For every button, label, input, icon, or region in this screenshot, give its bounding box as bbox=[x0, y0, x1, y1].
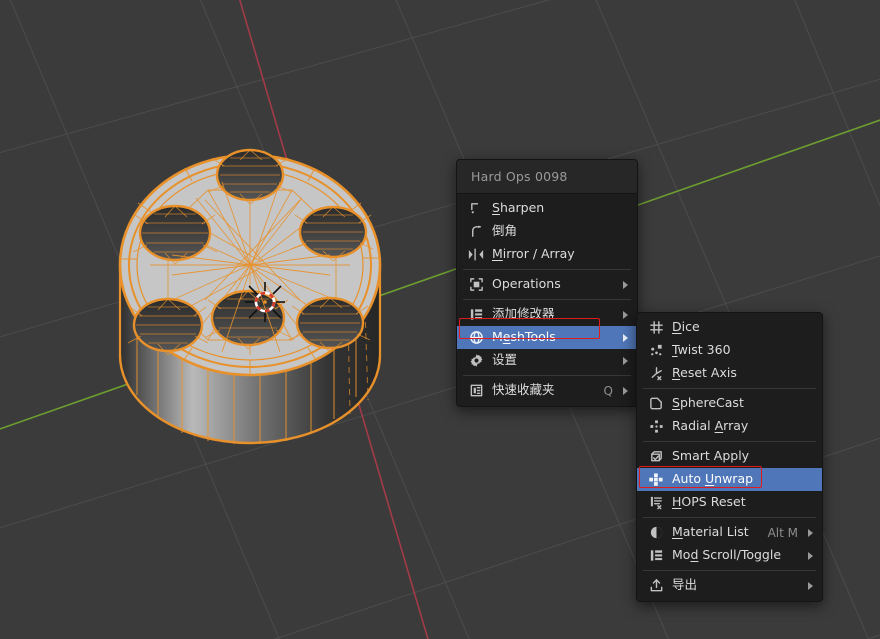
menu-item-label: Mod Scroll/Toggle bbox=[672, 547, 782, 563]
menu-separator bbox=[643, 570, 816, 571]
quick-favorites-icon bbox=[465, 383, 487, 399]
menu-item-label: Operations bbox=[492, 276, 561, 292]
menu-item-material-list[interactable]: Material List Alt M bbox=[637, 521, 822, 544]
menu-item-label: 倒角 bbox=[492, 223, 518, 239]
auto-unwrap-icon bbox=[645, 472, 667, 488]
menu-item-meshtools[interactable]: MeshTools bbox=[457, 326, 637, 349]
menu-separator bbox=[643, 517, 816, 518]
chevron-right-icon bbox=[619, 356, 631, 365]
menu-item-bevel[interactable]: 倒角 bbox=[457, 220, 637, 243]
spherecast-icon bbox=[645, 396, 667, 412]
chevron-right-icon bbox=[619, 386, 631, 395]
chevron-right-icon bbox=[619, 280, 631, 289]
menu-item-smart-apply[interactable]: Smart Apply bbox=[637, 445, 822, 468]
reset-axis-icon bbox=[645, 366, 667, 382]
menu-item-add-modifier[interactable]: 添加修改器 bbox=[457, 303, 637, 326]
meshtools-submenu[interactable]: Dice Twist 360 Reset Axis SphereCast Radial … bbox=[636, 312, 823, 602]
menu-item-shortcut: Q bbox=[603, 383, 613, 398]
mod-scroll-icon bbox=[645, 548, 667, 564]
smart-apply-icon bbox=[645, 449, 667, 465]
chevron-right-icon bbox=[804, 581, 816, 590]
menu-item-radial-array[interactable]: Radial Array bbox=[637, 415, 822, 438]
hard-ops-context-menu[interactable]: Hard Ops 0098 Sharpen 倒角 Mirror / Array Ope… bbox=[456, 159, 638, 407]
submenu-item-list: Dice Twist 360 Reset Axis SphereCast Radial … bbox=[637, 313, 822, 601]
menu-title: Hard Ops 0098 bbox=[457, 160, 637, 194]
menu-separator bbox=[643, 441, 816, 442]
menu-item-dice[interactable]: Dice bbox=[637, 316, 822, 339]
settings-gear-icon bbox=[465, 353, 487, 369]
material-list-icon bbox=[645, 525, 667, 541]
bevel-icon bbox=[465, 224, 487, 240]
add-modifier-icon bbox=[465, 307, 487, 323]
menu-item-label: Material List bbox=[672, 524, 749, 540]
menu-item-label: HOPS Reset bbox=[672, 494, 746, 510]
menu-item-list: Sharpen 倒角 Mirror / Array Operations 添加修改器 Me… bbox=[457, 194, 637, 406]
menu-item-mod-scroll[interactable]: Mod Scroll/Toggle bbox=[637, 544, 822, 567]
menu-separator bbox=[463, 299, 631, 300]
dice-icon bbox=[645, 320, 667, 336]
radial-array-icon bbox=[645, 419, 667, 435]
menu-item-reset-axis[interactable]: Reset Axis bbox=[637, 362, 822, 385]
menu-item-label: Reset Axis bbox=[672, 365, 737, 381]
menu-item-operations[interactable]: Operations bbox=[457, 273, 637, 296]
menu-item-label: Twist 360 bbox=[672, 342, 731, 358]
twist360-icon bbox=[645, 343, 667, 359]
menu-item-mirror-array[interactable]: Mirror / Array bbox=[457, 243, 637, 266]
menu-item-twist360[interactable]: Twist 360 bbox=[637, 339, 822, 362]
menu-item-label: Smart Apply bbox=[672, 448, 750, 464]
menu-item-label: 快速收藏夹 bbox=[492, 382, 555, 398]
hops-reset-icon bbox=[645, 495, 667, 511]
menu-item-label: MeshTools bbox=[492, 329, 556, 345]
menu-item-label: 设置 bbox=[492, 352, 518, 368]
menu-item-label: 导出 bbox=[672, 577, 698, 593]
menu-item-spherecast[interactable]: SphereCast bbox=[637, 392, 822, 415]
menu-item-sharpen[interactable]: Sharpen bbox=[457, 197, 637, 220]
menu-item-settings-gear[interactable]: 设置 bbox=[457, 349, 637, 372]
chevron-right-icon bbox=[619, 333, 631, 342]
operations-icon bbox=[465, 277, 487, 293]
cylinder-mesh-object[interactable] bbox=[118, 148, 382, 445]
menu-separator bbox=[643, 388, 816, 389]
menu-item-quick-favorites[interactable]: 快速收藏夹 Q bbox=[457, 379, 637, 402]
chevron-right-icon bbox=[804, 528, 816, 537]
menu-item-label: SphereCast bbox=[672, 395, 744, 411]
menu-item-label: Radial Array bbox=[672, 418, 749, 434]
menu-item-label: Mirror / Array bbox=[492, 246, 575, 262]
menu-item-label: Dice bbox=[672, 319, 700, 335]
menu-separator bbox=[463, 269, 631, 270]
menu-item-export[interactable]: 导出 bbox=[637, 574, 822, 597]
sharpen-icon bbox=[465, 201, 487, 217]
menu-item-label: Auto Unwrap bbox=[672, 471, 754, 487]
chevron-right-icon bbox=[619, 310, 631, 319]
mirror-array-icon bbox=[465, 247, 487, 263]
menu-separator bbox=[463, 375, 631, 376]
menu-item-auto-unwrap[interactable]: Auto Unwrap bbox=[637, 468, 822, 491]
menu-item-shortcut: Alt M bbox=[767, 525, 798, 540]
menu-item-label: 添加修改器 bbox=[492, 306, 555, 322]
3d-cursor bbox=[245, 282, 285, 322]
meshtools-icon bbox=[465, 330, 487, 346]
menu-item-hops-reset[interactable]: HOPS Reset bbox=[637, 491, 822, 514]
menu-item-label: Sharpen bbox=[492, 200, 545, 216]
chevron-right-icon bbox=[804, 551, 816, 560]
export-icon bbox=[645, 578, 667, 594]
